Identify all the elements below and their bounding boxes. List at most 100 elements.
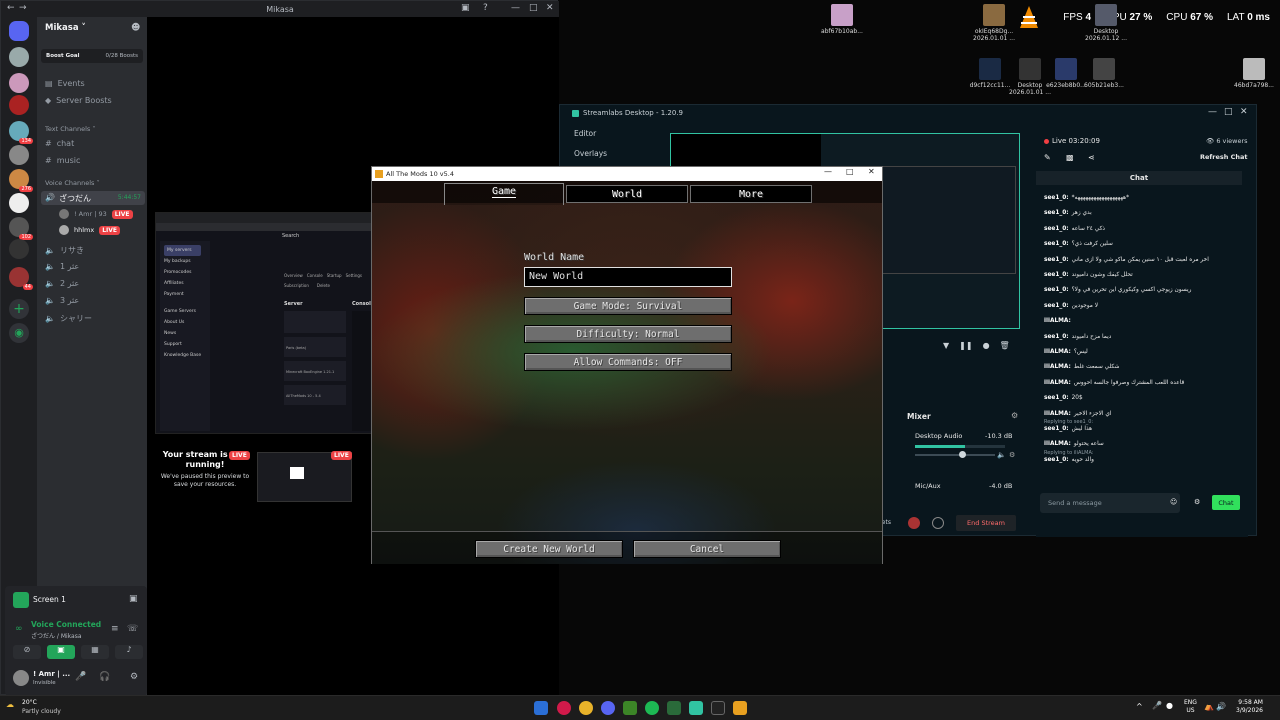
language-indicator[interactable]: ENG US	[1184, 699, 1197, 715]
chat-message[interactable]: see1_0: ذكي ٢٤ ساعه	[1044, 226, 1105, 232]
minimize-icon[interactable]: —	[511, 3, 520, 13]
desktop-file-icon[interactable]: 46bd7a798...	[1226, 58, 1280, 89]
allow-commands-button[interactable]: Allow Commands: OFF	[524, 353, 732, 371]
share-icon[interactable]: ⋖	[1088, 153, 1095, 162]
voice-channel[interactable]: 🔈 シャリー	[45, 313, 92, 324]
opera-icon[interactable]	[557, 701, 571, 715]
weather-temp[interactable]: 20°C	[22, 699, 37, 706]
chat-username[interactable]: see1_0:	[1044, 287, 1069, 293]
add-server-icon[interactable]: +	[9, 299, 29, 319]
chat-username[interactable]: iliALMA:	[1044, 380, 1071, 386]
back-arrow-icon[interactable]: ←	[7, 3, 15, 13]
server-icon[interactable]	[9, 95, 29, 115]
send-chat-button[interactable]: Chat	[1212, 495, 1240, 510]
headphones-icon[interactable]: 🎧	[99, 672, 110, 682]
chat-username[interactable]: iliALMA:	[1044, 364, 1071, 370]
desktop-file-icon[interactable]: Desktop 2026.01.12 ...	[1078, 4, 1134, 42]
channel-chat[interactable]: # chat	[45, 139, 74, 148]
forward-arrow-icon[interactable]: →	[19, 3, 27, 13]
maximize-icon[interactable]: □	[1224, 107, 1233, 117]
maximize-icon[interactable]: □	[529, 3, 538, 13]
chat-username[interactable]: see1_0:	[1044, 210, 1069, 216]
create-new-world-button[interactable]: Create New World	[475, 540, 623, 558]
chat-message[interactable]: iliALMA: ليس؟	[1044, 349, 1088, 355]
volume-icon[interactable]: 🔊	[1216, 702, 1226, 711]
wifi-icon[interactable]: ⛺	[1204, 702, 1214, 711]
server-icon[interactable]: 276	[9, 169, 33, 192]
add-user-icon[interactable]: ☻	[131, 23, 140, 33]
voice-channel[interactable]: 🔈 عثر 1	[45, 262, 79, 271]
microphone-icon[interactable]: 🎤	[1152, 701, 1162, 710]
chat-message[interactable]: see1_0: اخر مره لعبت قبل ١٠ سنين يمكن ماك…	[1044, 257, 1209, 263]
popout-icon[interactable]: ▣	[129, 594, 138, 604]
voice-channel[interactable]: 🔈 عثر 2	[45, 279, 79, 288]
slider-thumb[interactable]	[959, 451, 966, 458]
noise-suppression-icon[interactable]: ≡	[111, 624, 119, 634]
send-message-input[interactable]: Send a message	[1040, 493, 1180, 513]
chat-message[interactable]: see1_0: تحلل كيفك وشون داميوند	[1044, 272, 1133, 278]
chat-username[interactable]: iliALMA:	[1044, 441, 1071, 447]
vlc-icon[interactable]	[1018, 6, 1040, 30]
close-icon[interactable]: ✕	[868, 167, 875, 176]
chat-message[interactable]: see1_0: 20$	[1044, 395, 1083, 401]
gear-icon[interactable]: ⚙	[1011, 411, 1018, 420]
delete-icon[interactable]: 🗑	[1000, 341, 1010, 350]
microphone-icon[interactable]: 🎤	[75, 672, 86, 682]
voice-channel[interactable]: 🔈 عثر 3	[45, 296, 79, 305]
server-icon[interactable]: 134	[9, 121, 33, 144]
chat-message[interactable]: iliALMA: ساعه يحتولو	[1044, 441, 1104, 447]
desktop-file-icon[interactable]: abf67b10ab...	[814, 4, 870, 35]
replay-buffer-button[interactable]	[932, 517, 944, 529]
emoji-icon[interactable]: ☺	[1170, 498, 1177, 506]
voice-user[interactable]: ! Amr | 93 LIVE	[59, 209, 133, 219]
server-icon[interactable]: 102	[9, 217, 33, 240]
chat-username[interactable]: see1_0:	[1044, 195, 1069, 201]
spotify-icon[interactable]	[645, 701, 659, 715]
soundboard-button[interactable]: ♪	[115, 645, 143, 659]
desktop-file-icon[interactable]: 605b21eb3...	[1076, 58, 1132, 89]
boost-goal-bar[interactable]: Boost Goal 0/28 Boosts	[41, 49, 143, 63]
server-icon[interactable]	[9, 73, 29, 93]
chat-message[interactable]: see1_0: سلين كرفت ذي؟	[1044, 241, 1113, 247]
voice-channel-active[interactable]: 🔊 ざつだん 5:44:57	[41, 191, 145, 205]
events-item[interactable]: ▤ Events	[45, 79, 85, 88]
avatar[interactable]	[13, 670, 29, 686]
desktop-file-icon[interactable]: okIEq68Dg... 2026.01.01 ...	[966, 4, 1022, 42]
chat-message[interactable]: iliALMA: اي الاجزء الاخير	[1044, 411, 1112, 417]
chat-message[interactable]: see1_0: والد حويه	[1044, 457, 1094, 463]
disconnect-icon[interactable]: ☏	[127, 624, 138, 634]
tab-game[interactable]: Game	[444, 183, 564, 201]
help-icon[interactable]: ?	[483, 3, 488, 13]
nav-overlays[interactable]: Overlays	[574, 149, 607, 158]
voice-channel[interactable]: 🔈 リサき	[45, 245, 84, 256]
chat-message[interactable]: see1_0: لا موجودين	[1044, 303, 1098, 309]
screen-share-button[interactable]: ▣	[47, 645, 75, 659]
chat-message[interactable]: see1_0: ريسون زيوجي اكسي وكيكوري اين تحري…	[1044, 287, 1191, 293]
discord-icon[interactable]	[601, 701, 615, 715]
gear-icon[interactable]: ⚙	[1194, 498, 1200, 506]
record-tray-icon[interactable]: ●	[1166, 701, 1173, 710]
chat-username[interactable]: see1_0:	[1044, 272, 1069, 278]
pause-icon[interactable]: ❚❚	[959, 341, 972, 350]
chat-username[interactable]: see1_0:	[1044, 457, 1069, 463]
text-channels-header[interactable]: Text Channels ˅	[45, 125, 96, 133]
inbox-icon[interactable]: ▣	[461, 3, 470, 13]
refresh-chat-button[interactable]: Refresh Chat	[1200, 153, 1248, 161]
channel-music[interactable]: # music	[45, 156, 80, 165]
end-stream-button[interactable]: End Stream	[956, 515, 1016, 531]
chat-message[interactable]: iliALMA: قاعده اللعب المشترك وصرفوا جالسه…	[1044, 380, 1184, 386]
close-icon[interactable]: ✕	[1240, 107, 1248, 117]
difficulty-button[interactable]: Difficulty: Normal	[524, 325, 732, 343]
voice-user[interactable]: hhlmx LIVE	[59, 225, 121, 235]
xbox-icon[interactable]	[667, 701, 681, 715]
server-icon[interactable]	[9, 239, 29, 259]
game-mode-button[interactable]: Game Mode: Survival	[524, 297, 732, 315]
chat-username[interactable]: see1_0:	[1044, 395, 1069, 401]
chat-username[interactable]: see1_0:	[1044, 241, 1069, 247]
capcut-icon[interactable]	[711, 701, 725, 715]
server-icon[interactable]	[9, 145, 29, 165]
chrome-icon[interactable]	[579, 701, 593, 715]
tray-chevron-icon[interactable]: ^	[1136, 702, 1143, 711]
folder-icon[interactable]: ▩	[1066, 153, 1074, 162]
gear-icon[interactable]: ⚙	[130, 672, 138, 682]
